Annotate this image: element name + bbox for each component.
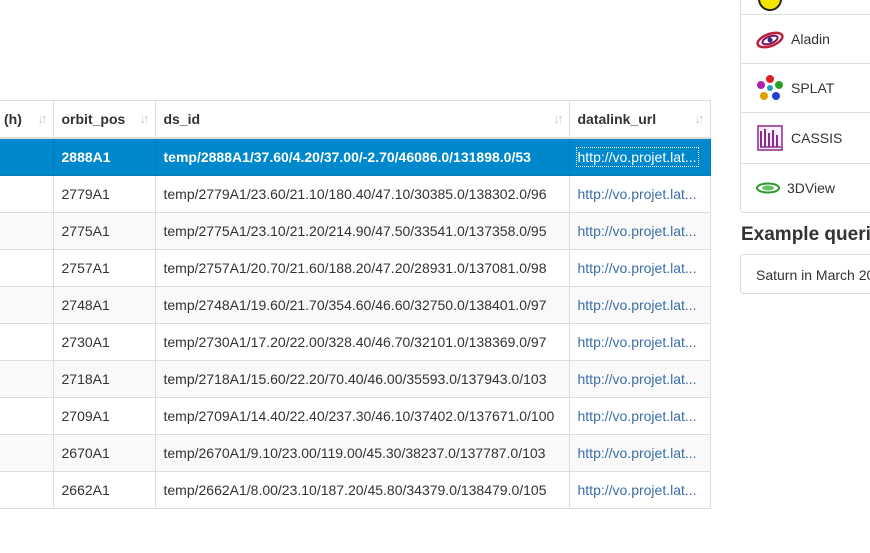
- splat-icon: [755, 73, 785, 103]
- cell-datalink-url: http://vo.projet.lat...: [568, 175, 711, 213]
- cell-datalink-url: http://vo.projet.lat...: [568, 360, 711, 398]
- cell-time: [0, 434, 54, 472]
- cell-orbit-pos: 2779A1: [52, 175, 156, 213]
- cell-orbit-pos: 2888A1: [52, 137, 156, 176]
- table-row[interactable]: 2730A1 temp/2730A1/17.20/22.00/328.40/46…: [0, 323, 711, 361]
- tool-label: CASSIS: [791, 130, 843, 146]
- column-header-time[interactable]: (h) ↓↑: [0, 100, 54, 139]
- cell-orbit-pos: 2730A1: [52, 323, 156, 361]
- cell-ds-id: temp/2779A1/23.60/21.10/180.40/47.10/303…: [154, 175, 570, 213]
- datalink-link[interactable]: http://vo.projet.lat...: [575, 147, 699, 167]
- cassis-icon: [755, 123, 785, 153]
- cell-datalink-url: http://vo.projet.lat...: [568, 137, 711, 176]
- tool-item-top[interactable]: [741, 0, 870, 15]
- cell-time: [0, 137, 54, 176]
- datalink-link[interactable]: http://vo.projet.lat...: [578, 371, 697, 387]
- cell-datalink-url: http://vo.projet.lat...: [568, 323, 711, 361]
- cell-ds-id: temp/2757A1/20.70/21.60/188.20/47.20/289…: [154, 249, 570, 287]
- 3dview-icon: [755, 173, 781, 203]
- datalink-link[interactable]: http://vo.projet.lat...: [578, 297, 697, 313]
- table-row[interactable]: 2748A1 temp/2748A1/19.60/21.70/354.60/46…: [0, 286, 711, 324]
- cell-orbit-pos: 2757A1: [52, 249, 156, 287]
- datalink-link[interactable]: http://vo.projet.lat...: [578, 482, 697, 498]
- results-table: (h) ↓↑ orbit_pos ↓↑ ds_id ↓↑ datalink_ur…: [0, 100, 711, 509]
- yellow-circle-icon: [757, 0, 787, 14]
- example-query-item[interactable]: Saturn in March 2015: [740, 254, 870, 294]
- cell-time: [0, 397, 54, 435]
- table-body: 2888A1 temp/2888A1/37.60/4.20/37.00/-2.7…: [0, 137, 711, 509]
- tool-item-aladin[interactable]: Aladin: [741, 15, 870, 64]
- table-row[interactable]: 2775A1 temp/2775A1/23.10/21.20/214.90/47…: [0, 212, 711, 250]
- cell-ds-id: temp/2670A1/9.10/23.00/119.00/45.30/3823…: [154, 434, 570, 472]
- column-header-ds-id[interactable]: ds_id ↓↑: [154, 100, 570, 139]
- column-header-label: datalink_url: [577, 111, 657, 127]
- tool-label: 3DView: [787, 180, 835, 196]
- cell-time: [0, 471, 54, 509]
- cell-datalink-url: http://vo.projet.lat...: [568, 471, 711, 509]
- cell-ds-id: temp/2888A1/37.60/4.20/37.00/-2.70/46086…: [154, 137, 570, 176]
- table-row[interactable]: 2662A1 temp/2662A1/8.00/23.10/187.20/45.…: [0, 471, 711, 509]
- column-header-datalink-url[interactable]: datalink_url ↓↑: [568, 100, 711, 139]
- cell-time: [0, 175, 54, 213]
- datalink-link[interactable]: http://vo.projet.lat...: [578, 186, 697, 202]
- sort-icon[interactable]: ↓↑: [38, 111, 48, 126]
- tool-item-cassis[interactable]: CASSIS: [741, 113, 870, 164]
- sort-icon[interactable]: ↓↑: [140, 111, 150, 126]
- example-query-label: Saturn in March 2015: [756, 267, 870, 283]
- cell-time: [0, 249, 54, 287]
- cell-ds-id: temp/2718A1/15.60/22.20/70.40/46.00/3559…: [154, 360, 570, 398]
- cell-orbit-pos: 2709A1: [52, 397, 156, 435]
- datalink-link[interactable]: http://vo.projet.lat...: [578, 408, 697, 424]
- cell-orbit-pos: 2670A1: [52, 434, 156, 472]
- cell-datalink-url: http://vo.projet.lat...: [568, 286, 711, 324]
- cell-time: [0, 286, 54, 324]
- cell-time: [0, 360, 54, 398]
- sort-icon[interactable]: ↓↑: [695, 111, 705, 126]
- samp-tool-list: Aladin SPLAT CASSIS 3DView: [740, 0, 870, 213]
- tool-item-splat[interactable]: SPLAT: [741, 64, 870, 113]
- cell-orbit-pos: 2662A1: [52, 471, 156, 509]
- table-row[interactable]: 2757A1 temp/2757A1/20.70/21.60/188.20/47…: [0, 249, 711, 287]
- column-header-label: (h): [4, 111, 22, 127]
- datalink-link[interactable]: http://vo.projet.lat...: [578, 223, 697, 239]
- cell-datalink-url: http://vo.projet.lat...: [568, 212, 711, 250]
- aladin-icon: [755, 24, 785, 54]
- table-row[interactable]: 2888A1 temp/2888A1/37.60/4.20/37.00/-2.7…: [0, 137, 711, 176]
- column-header-orbit-pos[interactable]: orbit_pos ↓↑: [52, 100, 156, 139]
- tool-item-3dview[interactable]: 3DView: [741, 164, 870, 212]
- table-row[interactable]: 2709A1 temp/2709A1/14.40/22.40/237.30/46…: [0, 397, 711, 435]
- cell-datalink-url: http://vo.projet.lat...: [568, 434, 711, 472]
- cell-orbit-pos: 2748A1: [52, 286, 156, 324]
- table-header-row: (h) ↓↑ orbit_pos ↓↑ ds_id ↓↑ datalink_ur…: [0, 100, 711, 139]
- cell-orbit-pos: 2718A1: [52, 360, 156, 398]
- table-row[interactable]: 2779A1 temp/2779A1/23.60/21.10/180.40/47…: [0, 175, 711, 213]
- cell-time: [0, 323, 54, 361]
- tool-label: SPLAT: [791, 80, 835, 96]
- cell-datalink-url: http://vo.projet.lat...: [568, 397, 711, 435]
- cell-orbit-pos: 2775A1: [52, 212, 156, 250]
- cell-ds-id: temp/2748A1/19.60/21.70/354.60/46.60/327…: [154, 286, 570, 324]
- results-table-container: (h) ↓↑ orbit_pos ↓↑ ds_id ↓↑ datalink_ur…: [0, 100, 711, 509]
- example-queries-heading: Example queries: [741, 224, 870, 245]
- datalink-link[interactable]: http://vo.projet.lat...: [578, 445, 697, 461]
- cell-datalink-url: http://vo.projet.lat...: [568, 249, 711, 287]
- table-row[interactable]: 2718A1 temp/2718A1/15.60/22.20/70.40/46.…: [0, 360, 711, 398]
- column-header-label: orbit_pos: [61, 111, 126, 127]
- datalink-link[interactable]: http://vo.projet.lat...: [578, 334, 697, 350]
- cell-ds-id: temp/2662A1/8.00/23.10/187.20/45.80/3437…: [154, 471, 570, 509]
- datalink-link[interactable]: http://vo.projet.lat...: [578, 260, 697, 276]
- cell-ds-id: temp/2730A1/17.20/22.00/328.40/46.70/321…: [154, 323, 570, 361]
- cell-ds-id: temp/2775A1/23.10/21.20/214.90/47.50/335…: [154, 212, 570, 250]
- table-row[interactable]: 2670A1 temp/2670A1/9.10/23.00/119.00/45.…: [0, 434, 711, 472]
- cell-time: [0, 212, 54, 250]
- column-header-label: ds_id: [163, 111, 201, 127]
- cell-ds-id: temp/2709A1/14.40/22.40/237.30/46.10/374…: [154, 397, 570, 435]
- tool-label: Aladin: [791, 31, 830, 47]
- sort-icon[interactable]: ↓↑: [554, 111, 564, 126]
